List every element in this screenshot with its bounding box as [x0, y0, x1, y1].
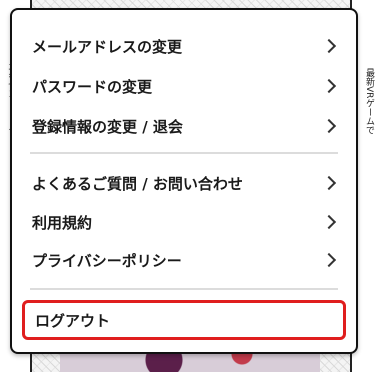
menu-item-label: 登録情報の変更 / 退会 [32, 117, 183, 136]
menu-item-edit-registration[interactable]: 登録情報の変更 / 退会 [32, 108, 338, 144]
menu-item-label: よくあるご質問 / お問い合わせ [32, 174, 243, 193]
menu-item-privacy-policy[interactable]: プライバシーポリシー [32, 242, 338, 278]
account-menu: メールアドレスの変更 パスワードの変更 登録情報の変更 / 退会 よくあるご質問… [10, 8, 358, 354]
menu-divider [30, 152, 338, 154]
menu-item-change-email[interactable]: メールアドレスの変更 [32, 28, 338, 64]
menu-item-change-password[interactable]: パスワードの変更 [32, 68, 338, 104]
menu-item-label: 利用規約 [32, 213, 93, 232]
chevron-right-icon [321, 78, 337, 94]
chevron-right-icon [321, 252, 337, 268]
background-vertical-text-right: 最新VRゲームで [364, 68, 374, 135]
chevron-right-icon [321, 175, 337, 191]
menu-item-label: プライバシーポリシー [32, 251, 182, 270]
chevron-right-icon [321, 118, 337, 134]
menu-item-faq-contact[interactable]: よくあるご質問 / お問い合わせ [32, 165, 338, 201]
menu-item-label: メールアドレスの変更 [32, 37, 183, 56]
logout-button[interactable]: ログアウト [22, 300, 346, 340]
menu-item-terms[interactable]: 利用規約 [32, 204, 338, 240]
menu-item-label: パスワードの変更 [32, 77, 153, 96]
logout-label: ログアウト [35, 311, 111, 330]
menu-divider [30, 288, 338, 290]
chevron-right-icon [321, 214, 337, 230]
chevron-right-icon [321, 38, 337, 54]
screen: エキセントリック 最新VRゲームで メールアドレスの変更 パスワードの変更 登録… [0, 0, 378, 372]
